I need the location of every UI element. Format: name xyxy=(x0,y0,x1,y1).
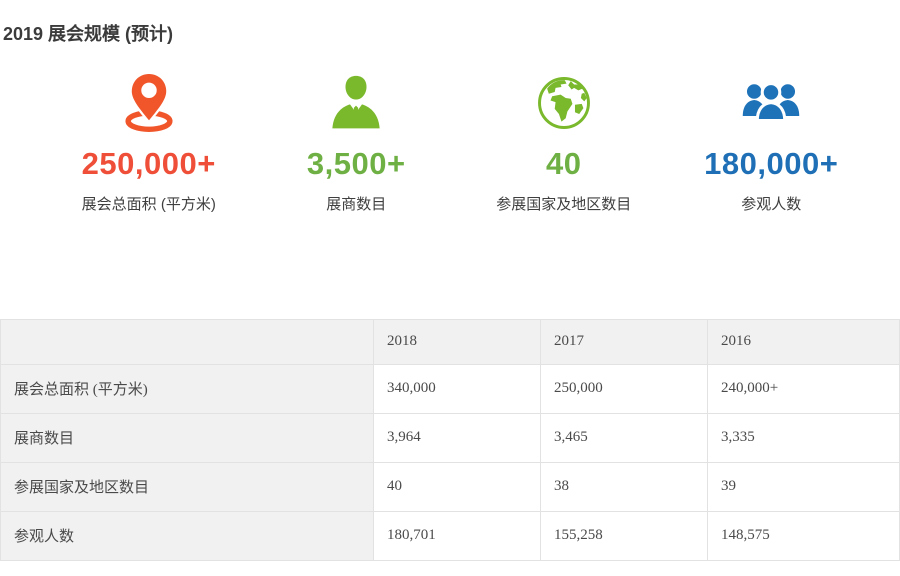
stat-card-countries: 40 参展国家及地区数目 xyxy=(460,72,668,214)
stat-value: 40 xyxy=(460,146,668,182)
value-cell: 3,964 xyxy=(374,414,541,463)
value-cell: 38 xyxy=(541,463,708,512)
stat-label: 参展国家及地区数目 xyxy=(460,193,668,214)
row-label-cell: 参展国家及地区数目 xyxy=(1,463,374,512)
table-header-cell-2016: 2016 xyxy=(708,320,900,365)
value-cell: 148,575 xyxy=(708,512,900,561)
value-cell: 180,701 xyxy=(374,512,541,561)
table-row-total-area: 展会总面积 (平方米) 340,000 250,000 240,000+ xyxy=(1,365,900,414)
stat-label: 展会总面积 (平方米) xyxy=(45,193,253,214)
stat-value: 250,000+ xyxy=(45,146,253,182)
table-header-row: 2018 2017 2016 xyxy=(1,320,900,365)
businessman-icon xyxy=(253,72,461,134)
value-cell: 3,465 xyxy=(541,414,708,463)
stat-label: 展商数目 xyxy=(253,193,461,214)
value-cell: 39 xyxy=(708,463,900,512)
value-cell: 155,258 xyxy=(541,512,708,561)
table-row-exhibitors: 展商数目 3,964 3,465 3,335 xyxy=(1,414,900,463)
value-cell: 240,000+ xyxy=(708,365,900,414)
stat-label: 参观人数 xyxy=(668,193,876,214)
row-label-cell: 参观人数 xyxy=(1,512,374,561)
row-label-cell: 展会总面积 (平方米) xyxy=(1,365,374,414)
table-row-visitors: 参观人数 180,701 155,258 148,575 xyxy=(1,512,900,561)
table-row-countries: 参展国家及地区数目 40 38 39 xyxy=(1,463,900,512)
stat-card-total-area: 250,000+ 展会总面积 (平方米) xyxy=(45,72,253,214)
people-group-icon xyxy=(668,72,876,134)
value-cell: 3,335 xyxy=(708,414,900,463)
stat-card-visitors: 180,000+ 参观人数 xyxy=(668,72,876,214)
stat-value: 3,500+ xyxy=(253,146,461,182)
table-header-cell-blank xyxy=(1,320,374,365)
page-title: 2019 展会规模 (预计) xyxy=(3,24,900,44)
table-header-cell-2018: 2018 xyxy=(374,320,541,365)
stat-card-exhibitors: 3,500+ 展商数目 xyxy=(253,72,461,214)
map-pin-icon xyxy=(45,72,253,134)
row-label-cell: 展商数目 xyxy=(1,414,374,463)
value-cell: 40 xyxy=(374,463,541,512)
stats-table: 2018 2017 2016 展会总面积 (平方米) 340,000 250,0… xyxy=(0,319,900,561)
globe-icon xyxy=(460,72,668,134)
stats-row: 250,000+ 展会总面积 (平方米) 3,500+ 展商数目 xyxy=(45,72,875,214)
value-cell: 340,000 xyxy=(374,365,541,414)
stat-value: 180,000+ xyxy=(668,146,876,182)
value-cell: 250,000 xyxy=(541,365,708,414)
table-header-cell-2017: 2017 xyxy=(541,320,708,365)
